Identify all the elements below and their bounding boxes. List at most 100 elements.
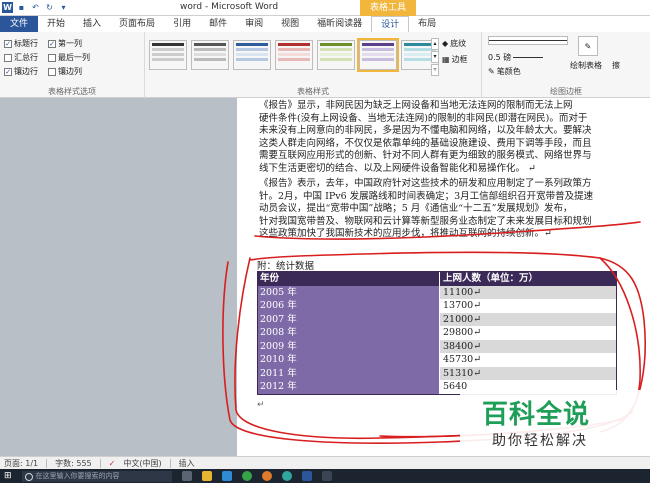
table-cell-value[interactable]: 11100↵	[440, 285, 616, 299]
browser-icon[interactable]	[221, 471, 232, 481]
save-icon[interactable]: ▪	[16, 2, 27, 13]
tab-foxit-reader[interactable]: 福昕阅读器	[308, 16, 371, 32]
table-row[interactable]: 2009 年 38400↵	[258, 339, 616, 353]
table-cell-year[interactable]: 2007 年	[258, 312, 440, 326]
table-style-swatch-plain[interactable]	[149, 40, 187, 70]
redo-icon[interactable]: ↻	[44, 2, 55, 13]
tab-insert[interactable]: 插入	[74, 16, 110, 32]
status-insert-mode[interactable]: 插入	[179, 458, 195, 469]
status-word-count[interactable]: 字数: 555	[55, 458, 92, 469]
table-cell-year[interactable]: 2010 年	[258, 353, 440, 367]
table-cell-year[interactable]: 2011 年	[258, 366, 440, 380]
group-draw-borders: 0.5 磅 ✎ 笔颜色 ✎ 绘制表格 擦 绘图边框	[482, 32, 650, 98]
statistics-table[interactable]: 年份 上网人数（单位：万） 2005 年 11100↵ 2006 年 13700…	[257, 271, 617, 395]
group-label: 表格样式选项	[48, 87, 96, 96]
scroll-up-icon[interactable]: ▴	[431, 38, 439, 50]
checkbox-unchecked-icon	[4, 53, 12, 62]
file-explorer-icon[interactable]	[201, 471, 212, 481]
ribbon-tabs: 文件 开始 插入 页面布局 引用 邮件 审阅 视图 福昕阅读器 设计 布局	[0, 16, 650, 32]
paragraph-1[interactable]: 《报告》显示，非网民因为缺乏上网设备和当地无法连网的限制而无法上网 硬件条件(没…	[259, 100, 650, 175]
border-grid-icon: ▦	[442, 55, 450, 64]
spellcheck-icon[interactable]: ✓	[109, 459, 116, 468]
table-style-swatch-red[interactable]	[275, 40, 313, 70]
table-row[interactable]: 2008 年 29800↵	[258, 326, 616, 340]
table-row[interactable]: 2007 年 21000↵	[258, 312, 616, 326]
table-row[interactable]: 2011 年 51310↵	[258, 366, 616, 380]
tab-design[interactable]: 设计	[371, 16, 410, 32]
tab-mailings[interactable]: 邮件	[200, 16, 236, 32]
paragraph-2[interactable]: 《报告》表示，去年，中国政府针对这些技术的研发和应用制定了一系列政策方 针。2月…	[259, 178, 650, 241]
option-banded-rows[interactable]: ✓ 镶边行	[4, 66, 38, 77]
table-cell-value[interactable]: 21000↵	[440, 312, 616, 326]
tab-view[interactable]: 视图	[272, 16, 308, 32]
table-cell-year[interactable]: 2008 年	[258, 326, 440, 340]
app-icon-green[interactable]	[241, 471, 252, 481]
table-cell-value[interactable]: 13700↵	[440, 299, 616, 313]
window-title: word - Microsoft Word	[180, 2, 279, 12]
table-style-swatch-purple[interactable]	[357, 38, 399, 72]
option-header-row[interactable]: ✓ 标题行	[4, 38, 38, 49]
table-cell-year[interactable]: 2009 年	[258, 339, 440, 353]
app-icon-teal[interactable]	[281, 471, 292, 481]
taskbar-search-input[interactable]: 在这里输入你要搜索的内容	[21, 470, 172, 482]
shading-button[interactable]: ◆ 底纹	[442, 38, 466, 49]
table-cell-year[interactable]: 2012 年	[258, 380, 440, 394]
tab-references[interactable]: 引用	[164, 16, 200, 32]
table-header-row[interactable]: 年份 上网人数（单位：万）	[258, 272, 616, 286]
appendix-heading[interactable]: 附：统计数据	[257, 258, 314, 272]
table-style-swatch-blue[interactable]	[233, 40, 271, 70]
table-cell-year[interactable]: 2005 年	[258, 285, 440, 299]
table-tools-context-title: 表格工具	[360, 0, 416, 16]
option-last-column[interactable]: 最后一列	[48, 52, 90, 63]
tab-home[interactable]: 开始	[38, 16, 74, 32]
option-total-row[interactable]: 汇总行	[4, 52, 38, 63]
pen-icon: ✎	[488, 67, 495, 76]
table-style-swatch-green[interactable]	[317, 40, 355, 70]
table-cell-value[interactable]: 45730↵	[440, 353, 616, 367]
paragraph-mark: ↵	[257, 400, 265, 410]
status-language[interactable]: 中文(中国)	[123, 458, 161, 469]
task-view-icon[interactable]	[181, 471, 192, 481]
watermark-subtitle: 助你轻松解决	[492, 433, 588, 449]
windows-start-icon[interactable]: ⊞	[4, 471, 12, 481]
borders-button[interactable]: ▦ 边框	[442, 54, 468, 65]
eraser-button[interactable]: 擦	[612, 60, 620, 71]
word-taskbar-icon[interactable]	[301, 471, 312, 481]
watermark-title: 百科全说	[482, 400, 591, 430]
table-row[interactable]: 2005 年 11100↵	[258, 285, 616, 299]
checkbox-checked-icon: ✓	[4, 39, 12, 48]
group-label: 绘图边框	[550, 87, 582, 96]
table-cell-value[interactable]: 29800↵	[440, 326, 616, 340]
draw-table-icon[interactable]: ✎	[578, 36, 598, 56]
status-page[interactable]: 页面: 1/1	[4, 458, 38, 469]
table-header-cell[interactable]: 上网人数（单位：万）	[440, 272, 616, 286]
customize-toolbar-icon[interactable]: ▾	[58, 2, 69, 13]
more-styles-icon[interactable]: ▿	[431, 64, 439, 76]
tab-file[interactable]: 文件	[0, 16, 39, 32]
option-first-column[interactable]: ✓ 第一列	[48, 38, 82, 49]
line-style-dropdown[interactable]	[488, 36, 568, 45]
table-style-swatch-gray[interactable]	[191, 40, 229, 70]
pen-color-button[interactable]: ✎ 笔颜色	[488, 66, 521, 77]
table-row[interactable]: 2010 年 45730↵	[258, 353, 616, 367]
word-app-icon[interactable]: W	[2, 2, 13, 13]
table-header-cell[interactable]: 年份	[258, 272, 440, 286]
taskbar: ⊞ 在这里输入你要搜索的内容	[0, 469, 650, 483]
table-cell-value[interactable]: 51310↵	[440, 366, 616, 380]
table-row[interactable]: 2006 年 13700↵	[258, 299, 616, 313]
app-icon-dark[interactable]	[321, 471, 332, 481]
quick-access-toolbar: W ▪ ↶ ↻ ▾	[2, 2, 69, 13]
draw-table-button[interactable]: 绘制表格	[570, 60, 602, 71]
baike-watermark-logo: 百科全说 助你轻松解决	[460, 390, 650, 456]
tab-page-layout[interactable]: 页面布局	[110, 16, 164, 32]
table-styles-scroll[interactable]: ▴ ▾ ▿	[431, 38, 439, 76]
tab-review[interactable]: 审阅	[236, 16, 272, 32]
tab-layout[interactable]: 布局	[409, 16, 445, 32]
scroll-down-icon[interactable]: ▾	[431, 51, 439, 63]
option-banded-columns[interactable]: 镶边列	[48, 66, 82, 77]
undo-icon[interactable]: ↶	[30, 2, 41, 13]
table-cell-year[interactable]: 2006 年	[258, 299, 440, 313]
line-weight-dropdown[interactable]: 0.5 磅	[488, 52, 544, 63]
table-cell-value[interactable]: 38400↵	[440, 339, 616, 353]
app-icon-orange[interactable]	[261, 471, 272, 481]
